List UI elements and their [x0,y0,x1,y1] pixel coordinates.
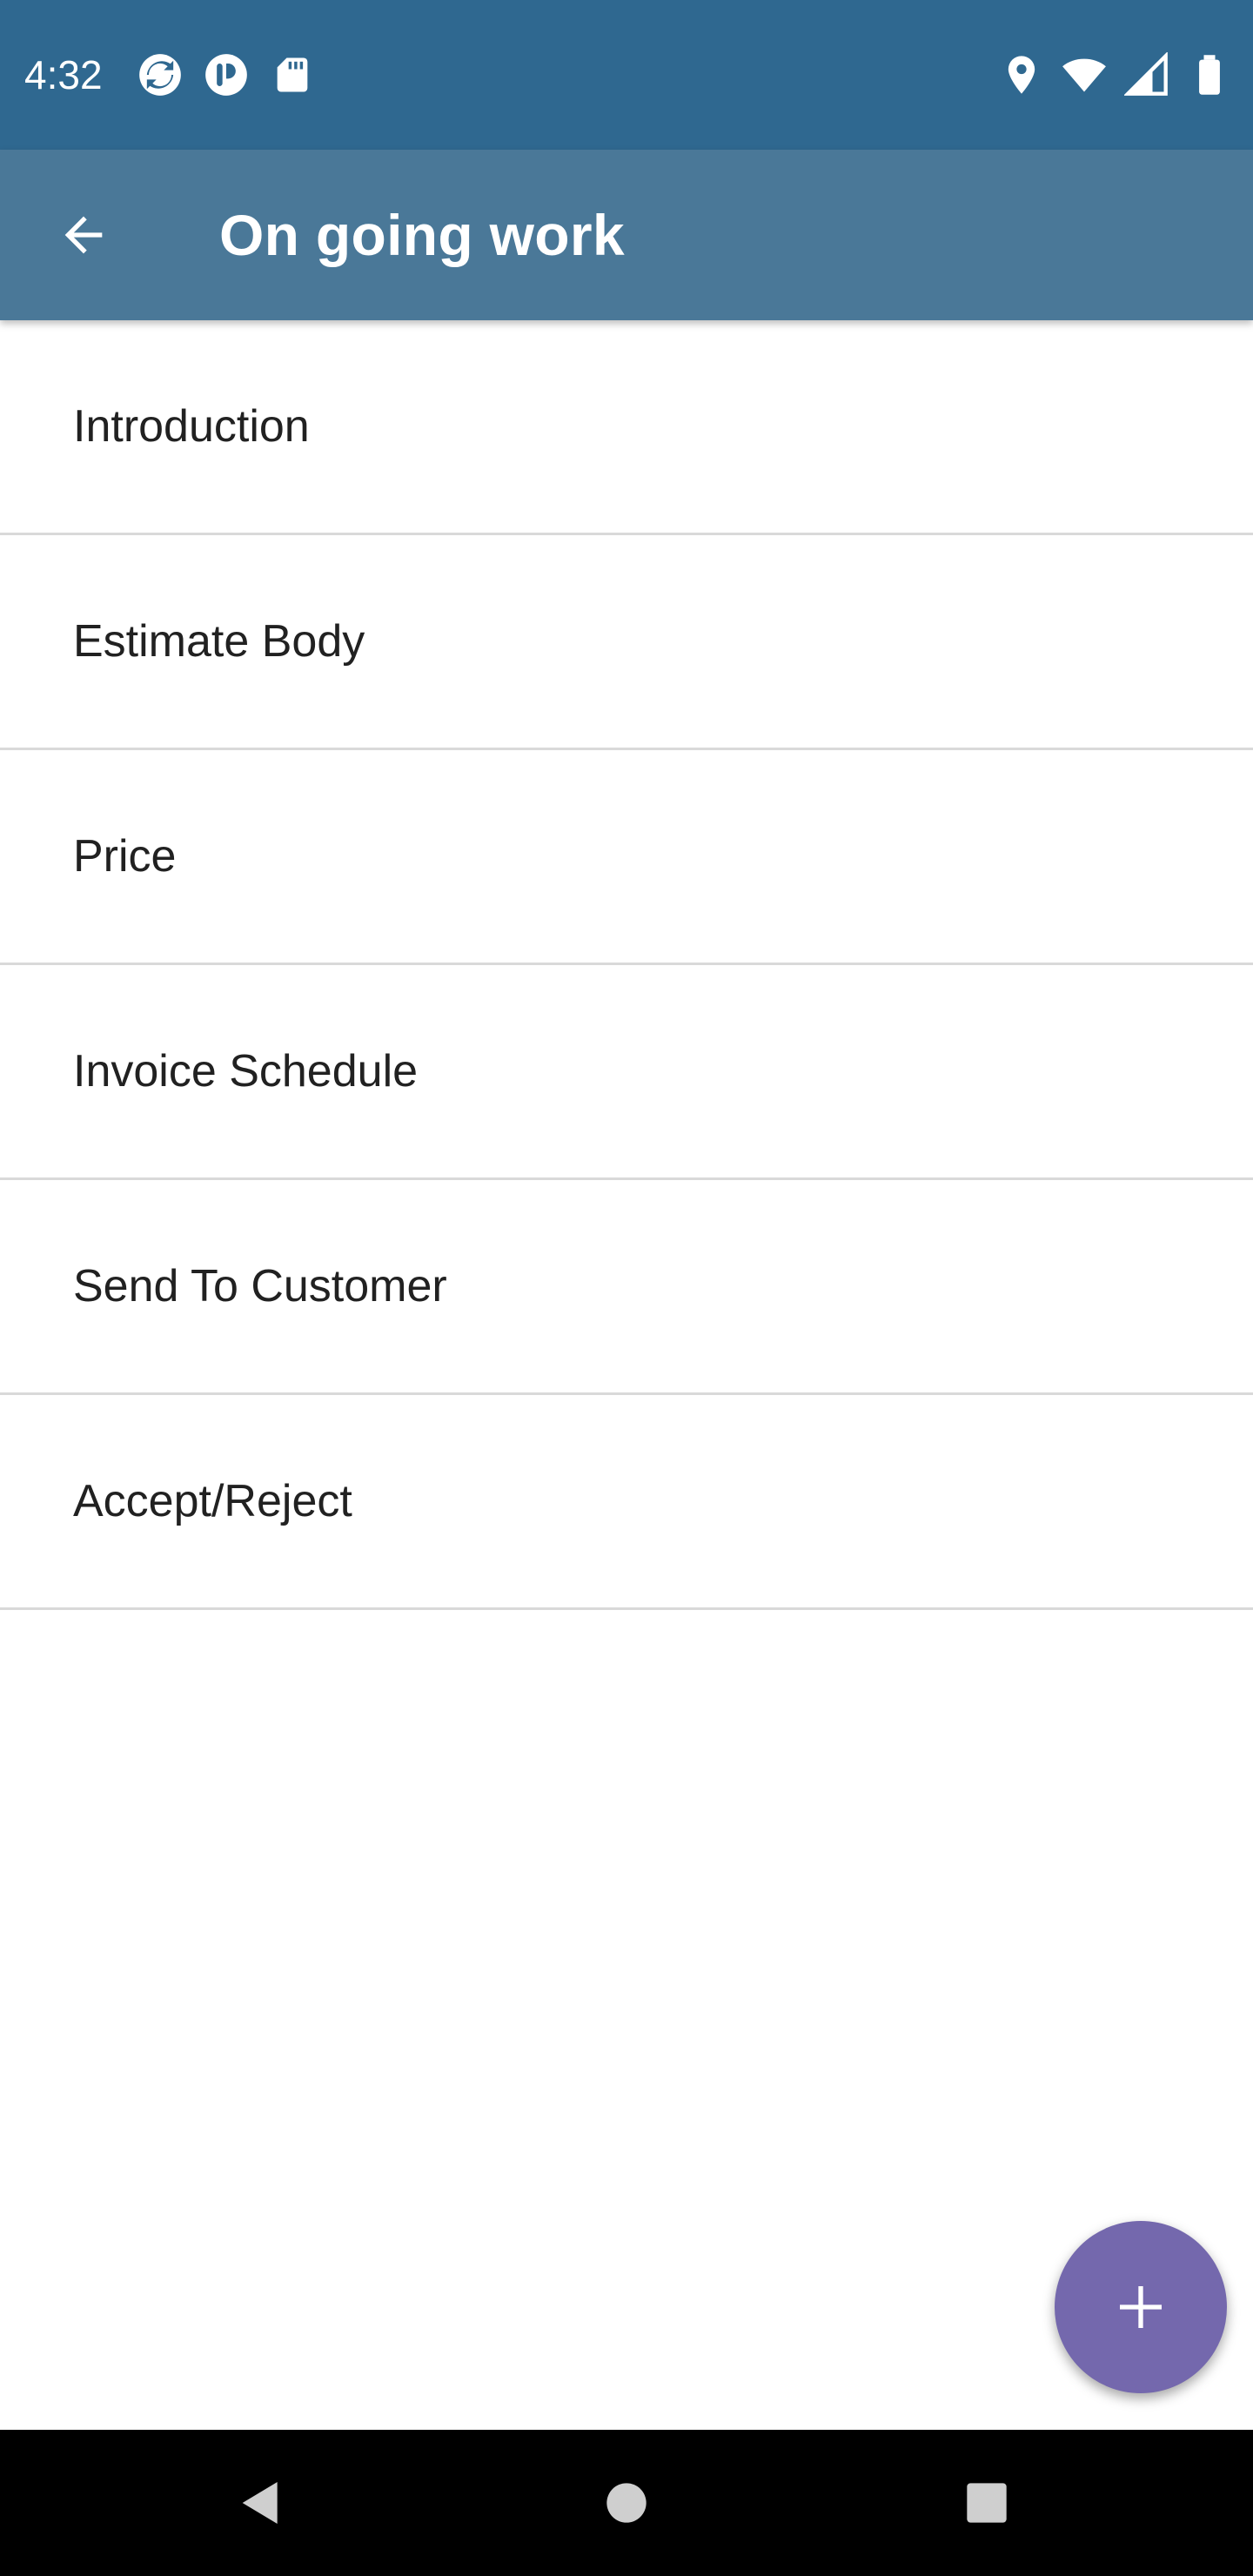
system-nav-bar [0,2430,1253,2576]
nav-back-button[interactable] [223,2465,299,2541]
list-item-accept-reject[interactable]: Accept/Reject [0,1395,1253,1610]
battery-icon [1199,55,1220,95]
list-item-label: Estimate Body [73,616,365,667]
signal-icon [1124,52,1168,96]
status-system-icons [999,52,1232,97]
recents-square-icon [967,2483,1007,2523]
arrow-back-icon [64,216,103,254]
app-notification-icon [205,54,247,96]
nav-recents-button[interactable] [948,2465,1025,2541]
status-bar: 4:32 [0,0,1253,150]
section-list: Introduction Estimate Body Price Invoice… [0,320,1253,1610]
page-title: On going work [219,203,625,267]
back-button[interactable] [42,193,125,277]
plus-icon [1120,2286,1162,2328]
list-item-label: Accept/Reject [73,1476,352,1526]
list-item-label: Invoice Schedule [73,1046,419,1097]
list-item-label: Introduction [73,401,310,452]
sd-card-icon [277,57,308,92]
wifi-icon [1062,58,1106,92]
status-time: 4:32 [24,52,103,97]
app-bar: On going work [0,150,1253,320]
list-item-invoice-schedule[interactable]: Invoice Schedule [0,965,1253,1180]
status-notification-icons [137,52,315,97]
add-fab-button[interactable] [1055,2221,1227,2393]
list-item-introduction[interactable]: Introduction [0,320,1253,535]
sync-icon [139,54,181,96]
list-item-estimate-body[interactable]: Estimate Body [0,535,1253,750]
list-item-send-to-customer[interactable]: Send To Customer [0,1180,1253,1395]
location-icon [1008,56,1035,94]
back-triangle-icon [242,2482,278,2524]
list-item-label: Price [73,831,177,882]
list-item-price[interactable]: Price [0,750,1253,965]
nav-home-button[interactable] [588,2465,665,2541]
home-circle-icon [606,2483,647,2523]
list-item-label: Send To Customer [73,1261,447,1311]
